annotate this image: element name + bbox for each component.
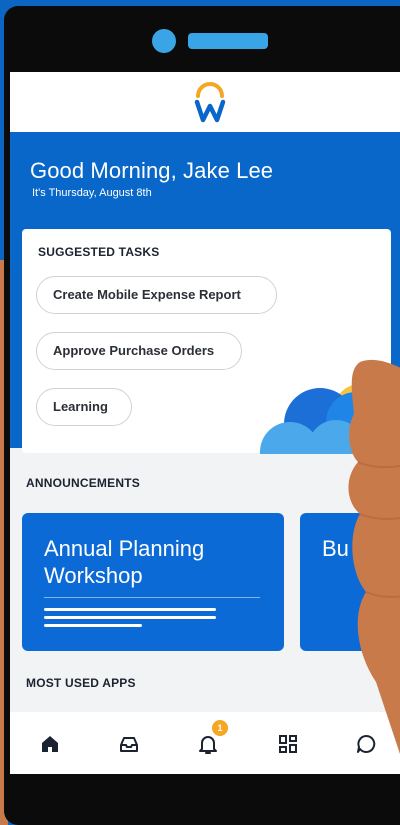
announcement-text-line	[44, 616, 216, 619]
apps-icon[interactable]	[276, 732, 300, 756]
task-learning-button[interactable]: Learning	[36, 388, 132, 426]
greeting-text: Good Morning, Jake Lee	[30, 158, 274, 183]
notification-badge: 1	[212, 720, 228, 736]
announcements-title: ANNOUNCEMENTS	[26, 476, 140, 490]
task-create-expense-report-button[interactable]: Create Mobile Expense Report	[36, 276, 277, 314]
home-icon[interactable]	[38, 732, 62, 756]
speaker-slot	[188, 33, 268, 49]
bell-icon[interactable]	[196, 732, 220, 756]
date-text: It's Thursday, August 8th	[32, 187, 152, 199]
camera-dot	[152, 29, 176, 53]
task-approve-purchase-orders-button[interactable]: Approve Purchase Orders	[36, 332, 242, 370]
announcement-text-line	[44, 624, 142, 627]
inbox-icon[interactable]	[117, 732, 141, 756]
announcement-card[interactable]: Annual Planning Workshop	[22, 513, 284, 651]
announcement-title: Annual Planning Workshop	[44, 536, 205, 588]
phone-frame: Good Morning, Jake Lee It's Thursday, Au…	[4, 6, 400, 825]
pointing-hand-illustration-icon	[348, 359, 400, 754]
top-bar	[10, 72, 400, 132]
app-screen: Good Morning, Jake Lee It's Thursday, Au…	[10, 72, 400, 774]
announcement-divider	[44, 597, 260, 598]
announcement-text-line	[44, 608, 216, 611]
most-used-apps-title: MOST USED APPS	[26, 676, 136, 690]
suggested-tasks-title: SUGGESTED TASKS	[38, 245, 160, 259]
workday-logo-icon	[194, 82, 226, 123]
